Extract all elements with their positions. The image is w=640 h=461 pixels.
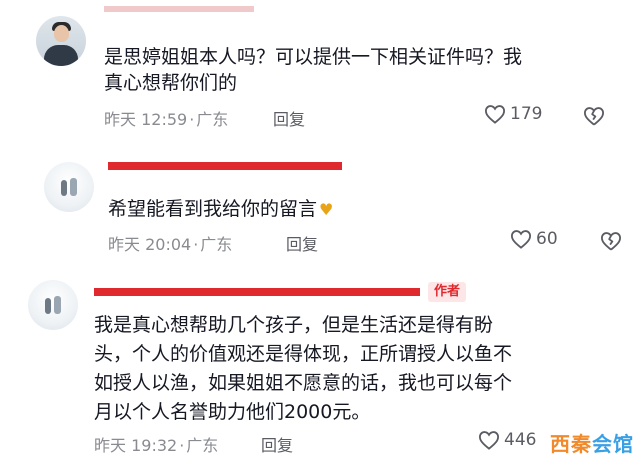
dislike-button[interactable] — [600, 231, 622, 255]
reply-button[interactable]: 回复 — [273, 106, 305, 130]
like-count: 446 — [504, 430, 537, 450]
watermark-logo: 西秦会馆 — [550, 428, 634, 457]
scene-avatar-icon[interactable] — [44, 162, 94, 212]
heart-icon — [484, 105, 506, 124]
like-button[interactable]: 446 — [478, 430, 536, 450]
like-button[interactable]: 179 — [484, 104, 542, 124]
like-count: 60 — [536, 229, 558, 249]
comment-time: 昨天 20:04 — [108, 235, 192, 254]
comment-text-line: 头，个人的价值观还是得体现，正所谓授人以鱼不 — [94, 343, 513, 365]
avatar-figure — [54, 296, 61, 314]
watermark-part: 会馆 — [592, 432, 634, 456]
dislike-button[interactable] — [583, 106, 605, 130]
finger-heart-emoji-icon: ♥ — [319, 199, 334, 219]
comment-text: 我是真心想帮助几个孩子，但是生活还是得有盼 头，个人的价值观还是得体现，正所谓授… — [94, 311, 634, 427]
avatar-figure — [70, 178, 77, 196]
meta-separator: · — [193, 235, 199, 254]
heart-icon — [478, 431, 500, 450]
comment-item-3: 作者 我是真心想帮助几个孩子，但是生活还是得有盼 头，个人的价值观还是得体现，正… — [0, 270, 640, 461]
scene-avatar-icon[interactable] — [28, 280, 78, 330]
comment-meta: 昨天 19:32 · 广东 — [94, 432, 218, 456]
username-redacted[interactable] — [108, 162, 342, 170]
comment-text-line: 是思婷姐姐本人吗？可以提供一下相关证件吗？我 — [104, 46, 523, 68]
comment-text-line: 月以个人名誉助力他们2000元。 — [94, 401, 371, 423]
broken-heart-icon — [601, 232, 621, 251]
meta-separator: · — [179, 436, 185, 455]
watermark-part: 西秦 — [550, 432, 592, 456]
broken-heart-icon — [584, 107, 604, 126]
reply-button[interactable]: 回复 — [286, 231, 318, 255]
avatar-body — [44, 45, 78, 66]
meta-separator: · — [189, 110, 195, 129]
comment-location: 广东 — [186, 436, 219, 455]
username-redacted[interactable] — [94, 288, 420, 296]
comment-text: 希望能看到我给你的留言 ♥ — [108, 196, 608, 223]
comment-text: 是思婷姐姐本人吗？可以提供一下相关证件吗？我 真心想帮你们的 — [104, 44, 624, 96]
avatar-head — [54, 25, 69, 42]
comment-item-2: 希望能看到我给你的留言 ♥ 昨天 20:04 · 广东 回复 60 — [0, 140, 640, 270]
username-redacted[interactable] — [104, 6, 254, 12]
like-button[interactable]: 60 — [510, 229, 558, 249]
heart-icon — [510, 230, 532, 249]
comment-time: 昨天 12:59 — [104, 110, 188, 129]
comment-time: 昨天 19:32 — [94, 436, 178, 455]
author-badge: 作者 — [428, 282, 467, 302]
comment-location: 广东 — [200, 235, 233, 254]
like-count: 179 — [510, 104, 543, 124]
comment-meta: 昨天 12:59 · 广东 — [104, 106, 228, 130]
comment-text-line: 真心想帮你们的 — [104, 72, 238, 94]
avatar-figure — [45, 298, 51, 314]
reply-button[interactable]: 回复 — [261, 432, 293, 456]
comment-text-line: 如授人以渔，如果姐姐不愿意的话，我也可以每个 — [94, 372, 513, 394]
comment-location: 广东 — [196, 110, 229, 129]
comment-item-1: 是思婷姐姐本人吗？可以提供一下相关证件吗？我 真心想帮你们的 昨天 12:59 ·… — [0, 0, 640, 140]
person-avatar-icon[interactable] — [36, 16, 86, 66]
comment-text-line: 希望能看到我给你的留言 — [108, 198, 318, 220]
comment-text-line: 我是真心想帮助几个孩子，但是生活还是得有盼 — [94, 314, 494, 336]
avatar-figure — [61, 180, 67, 196]
comment-meta: 昨天 20:04 · 广东 — [108, 231, 232, 255]
